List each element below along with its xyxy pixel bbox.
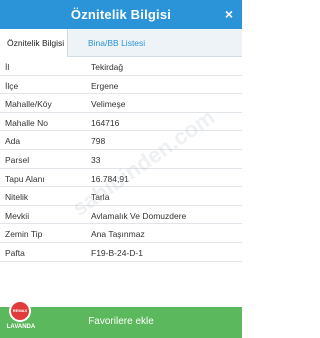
row-value: Tarla bbox=[91, 192, 110, 203]
dialog-header: Öznitelik Bilgisi × bbox=[0, 0, 242, 29]
row-label: Ada bbox=[5, 136, 21, 147]
logo-name: LAVANDA bbox=[6, 324, 36, 330]
row-value: 33 bbox=[91, 154, 101, 165]
row-value: 798 bbox=[91, 136, 106, 147]
logo-brand: REMAX bbox=[12, 308, 28, 313]
close-icon[interactable]: × bbox=[225, 6, 233, 22]
row-value: 16.784,91 bbox=[91, 173, 129, 184]
row-label: Parsel bbox=[5, 154, 30, 165]
table-row: Mevkii Avlamalık Ve Domuzdere bbox=[0, 206, 242, 225]
tab-building-list[interactable]: Bina/BB Listesi bbox=[81, 29, 145, 57]
table-row: Parsel 33 bbox=[0, 150, 242, 169]
row-value: Tekirdağ bbox=[91, 62, 124, 72]
remax-logo: REMAX LAVANDA bbox=[4, 300, 38, 334]
table-row: Zemin Tip Ana Taşınmaz bbox=[0, 224, 242, 243]
table-row: Pafta F19-B-24-D-1 bbox=[0, 243, 242, 262]
row-value: Ergene bbox=[91, 80, 119, 91]
row-label: Pafta bbox=[5, 247, 25, 258]
row-value: 164716 bbox=[91, 117, 120, 128]
row-label: Tapu Alanı bbox=[5, 173, 45, 184]
dialog-title: Öznitelik Bilgisi bbox=[70, 7, 172, 22]
table-row: İlçe Ergene bbox=[0, 76, 242, 95]
row-label: Mevkii bbox=[5, 210, 30, 221]
balloon-icon: REMAX bbox=[9, 300, 31, 322]
table-row: Mahalle/Köy Velimeşe bbox=[0, 94, 242, 113]
row-label: Mahalle/Köy bbox=[5, 99, 52, 110]
tab-bar: Öznitelik Bilgisi Bina/BB Listesi bbox=[0, 29, 242, 57]
row-label: Zemin Tip bbox=[5, 229, 43, 240]
table-row: Mahalle No 164716 bbox=[0, 113, 242, 132]
table-row: Nitelik Tarla bbox=[0, 187, 242, 206]
row-value: Velimeşe bbox=[91, 99, 126, 110]
table-row: Tapu Alanı 16.784,91 bbox=[0, 169, 242, 188]
row-value: Avlamalık Ve Domuzdere bbox=[91, 210, 187, 221]
attribute-table: İl Tekirdağ İlçe Ergene Mahalle/Köy Veli… bbox=[0, 57, 242, 262]
row-label: Mahalle No bbox=[5, 117, 48, 128]
table-row: Ada 798 bbox=[0, 131, 242, 150]
table-row: İl Tekirdağ bbox=[0, 57, 242, 76]
tab-attribute-info[interactable]: Öznitelik Bilgisi bbox=[0, 29, 68, 57]
row-label: Nitelik bbox=[5, 192, 29, 203]
row-value: F19-B-24-D-1 bbox=[91, 247, 143, 258]
row-label: İl bbox=[5, 62, 10, 72]
row-label: İlçe bbox=[5, 80, 19, 91]
row-value: Ana Taşınmaz bbox=[91, 229, 145, 240]
